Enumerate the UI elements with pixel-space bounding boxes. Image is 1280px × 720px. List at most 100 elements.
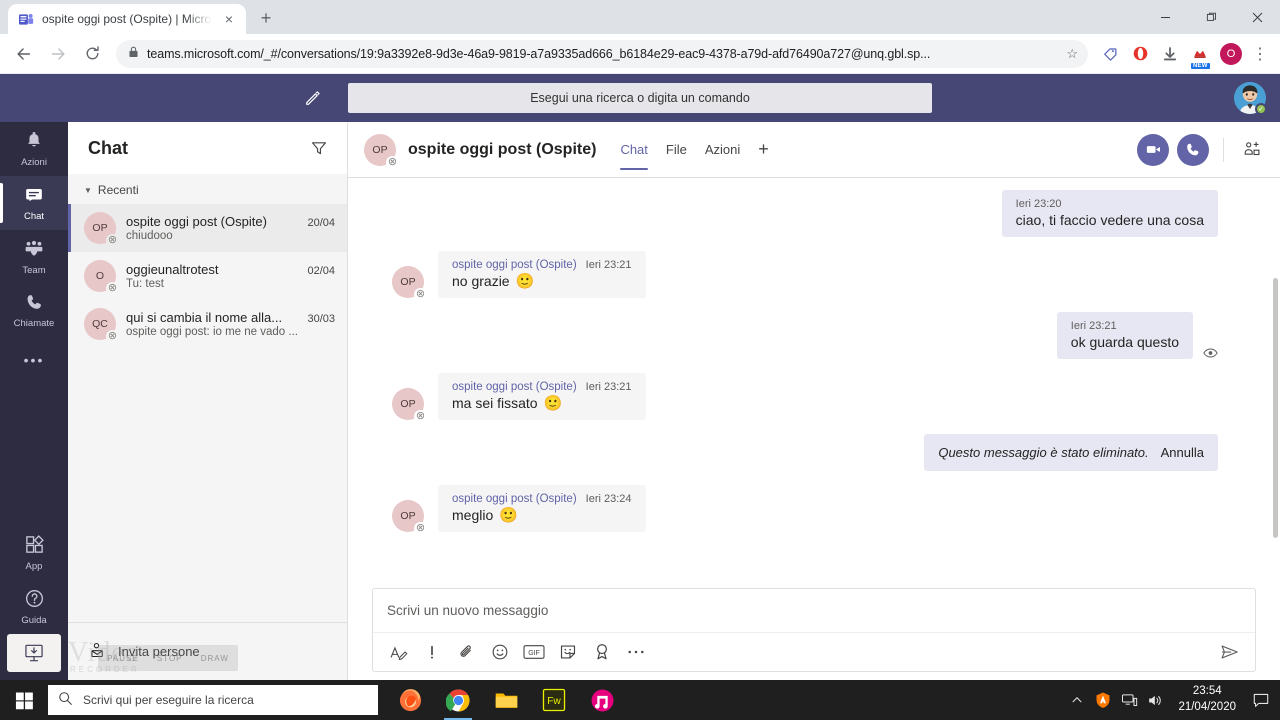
- download-app-icon[interactable]: [7, 634, 61, 672]
- recorder-pause-button[interactable]: PAUSE: [107, 654, 139, 663]
- avatar-initials: OP: [92, 222, 108, 234]
- tab-chat[interactable]: Chat: [612, 122, 655, 178]
- tab-file[interactable]: File: [658, 122, 695, 178]
- new-tab-button[interactable]: +: [252, 4, 280, 32]
- emoji-icon[interactable]: [485, 637, 515, 667]
- avatar: OP ⊗: [84, 212, 119, 247]
- video-call-icon[interactable]: [1137, 133, 1169, 166]
- attach-icon[interactable]: [451, 637, 481, 667]
- sidebar-item-app[interactable]: App: [0, 526, 68, 580]
- recorder-draw-button[interactable]: DRAW: [201, 654, 229, 663]
- taskbar-clock[interactable]: 23:54 21/04/2020: [1168, 684, 1246, 715]
- sidebar-label-chiamate: Chiamate: [13, 318, 55, 330]
- chat-list-item[interactable]: QC ⊗ qui si cambia il nome alla... 30/03…: [68, 300, 347, 348]
- extension-new-badge: NEW: [1191, 62, 1210, 69]
- praise-icon[interactable]: [587, 637, 617, 667]
- chevron-down-icon: ▼: [84, 185, 92, 195]
- action-center-icon[interactable]: [1246, 680, 1276, 720]
- page-title: Chat: [88, 137, 128, 158]
- chat-list-section-label: Recenti: [97, 183, 139, 197]
- chat-list-item[interactable]: OP ⊗ ospite oggi post (Ospite) 20/04 chi…: [68, 204, 347, 252]
- file-explorer-taskbar-icon[interactable]: [482, 680, 530, 720]
- sidebar-label-azioni: Azioni: [21, 156, 47, 168]
- download-icon[interactable]: [1156, 40, 1184, 68]
- message-input[interactable]: Scrivi un nuovo messaggio: [373, 589, 1255, 633]
- message-text: ciao, ti faccio vedere una cosa: [1015, 212, 1204, 228]
- message-bubble-incoming[interactable]: ospite oggi post (Ospite) Ieri 23:21 ma …: [438, 373, 646, 420]
- undo-delete-link[interactable]: Annulla: [1161, 445, 1204, 460]
- browser-profile-avatar[interactable]: O: [1220, 42, 1242, 65]
- close-window-button[interactable]: [1234, 0, 1280, 34]
- forward-button[interactable]: [42, 38, 74, 70]
- message-list[interactable]: Ieri 23:20 ciao, ti faccio vedere una co…: [348, 178, 1280, 588]
- address-bar[interactable]: teams.microsoft.com/_#/conversations/19:…: [116, 39, 1088, 68]
- avatar-circle: OP ⊗: [392, 388, 427, 423]
- audio-call-icon[interactable]: [1177, 133, 1209, 166]
- more-options-icon[interactable]: [621, 637, 651, 667]
- presence-offline-icon: ⊗: [414, 288, 427, 301]
- windows-start-icon[interactable]: [0, 680, 48, 720]
- chat-list-item-meta: oggieunaltrotest 02/04 Tu: test: [126, 262, 335, 290]
- reload-button[interactable]: [76, 38, 108, 70]
- message-bubble-outgoing[interactable]: Ieri 23:21 ok guarda questo: [1056, 312, 1193, 359]
- lastpass-extension-icon[interactable]: NEW: [1186, 40, 1214, 69]
- system-tray: 23:54 21/04/2020: [1064, 680, 1280, 720]
- avatar[interactable]: ✓: [1234, 82, 1267, 115]
- message-text: no grazie 🙂: [452, 273, 632, 289]
- fireworks-taskbar-icon[interactable]: Fw: [530, 680, 578, 720]
- message-bubble-incoming[interactable]: ospite oggi post (Ospite) Ieri 23:24 meg…: [438, 485, 646, 532]
- screen-recorder-overlay[interactable]: PAUSE STOP DRAW: [98, 645, 238, 671]
- close-tab-icon[interactable]: ×: [220, 10, 238, 28]
- sidebar-more-apps-button[interactable]: •••: [24, 338, 45, 382]
- browser-menu-button[interactable]: ⋮: [1248, 40, 1272, 68]
- deleted-message-text: Questo messaggio è stato eliminato.: [938, 445, 1149, 460]
- sidebar-item-chiamate[interactable]: Chiamate: [0, 284, 68, 338]
- chat-list-item[interactable]: O ⊗ oggieunaltrotest 02/04 Tu: test: [68, 252, 347, 300]
- avatar-initials: O: [95, 270, 105, 282]
- help-icon: [24, 588, 45, 614]
- message-row: OP ⊗ ospite oggi post (Ospite) Ieri 23:2…: [348, 373, 1280, 423]
- svg-text:Fw: Fw: [547, 696, 561, 707]
- maximize-window-button[interactable]: [1188, 0, 1234, 34]
- tab-azioni[interactable]: Azioni: [697, 122, 748, 178]
- volume-tray-icon[interactable]: [1142, 680, 1168, 720]
- back-button[interactable]: [8, 38, 40, 70]
- opera-extension-icon[interactable]: [1126, 40, 1154, 68]
- teams-search-box[interactable]: Esegui una ricerca o digita un comando: [348, 83, 932, 113]
- format-icon[interactable]: [383, 637, 413, 667]
- tag-extension-icon[interactable]: [1096, 40, 1124, 68]
- browser-tab[interactable]: ospite oggi post (Ospite) | Micro ×: [8, 4, 246, 34]
- bookmark-star-icon[interactable]: ☆: [1066, 46, 1078, 62]
- new-chat-icon[interactable]: [297, 82, 329, 114]
- sidebar-item-azioni[interactable]: Azioni: [0, 122, 68, 176]
- network-tray-icon[interactable]: [1116, 680, 1142, 720]
- sidebar-item-guida[interactable]: Guida: [0, 580, 68, 634]
- message-bubble-deleted[interactable]: Questo messaggio è stato eliminato. Annu…: [924, 434, 1218, 471]
- presence-offline-icon: ⊗: [106, 282, 119, 295]
- music-app-taskbar-icon[interactable]: [578, 680, 626, 720]
- message-bubble-incoming[interactable]: ospite oggi post (Ospite) Ieri 23:21 no …: [438, 251, 646, 298]
- gif-icon[interactable]: GIF: [519, 637, 549, 667]
- message-author: ospite oggi post (Ospite): [452, 259, 577, 271]
- chrome-taskbar-icon[interactable]: [434, 680, 482, 720]
- sidebar-item-team[interactable]: Team: [0, 230, 68, 284]
- important-icon[interactable]: [417, 637, 447, 667]
- filter-icon[interactable]: [307, 136, 331, 160]
- sticker-icon[interactable]: [553, 637, 583, 667]
- taskbar-search-box[interactable]: Scrivi qui per eseguire la ricerca: [48, 685, 378, 715]
- presence-offline-icon: ⊗: [414, 522, 427, 535]
- add-tab-button[interactable]: +: [750, 122, 777, 178]
- message-bubble-outgoing[interactable]: Ieri 23:20 ciao, ti faccio vedere una co…: [1001, 190, 1218, 237]
- show-hidden-icons-icon[interactable]: [1064, 680, 1090, 720]
- send-icon[interactable]: [1215, 637, 1245, 667]
- avast-tray-icon[interactable]: [1090, 680, 1116, 720]
- message-list-scrollbar[interactable]: [1273, 278, 1278, 538]
- add-people-icon[interactable]: [1238, 136, 1266, 164]
- firefox-taskbar-icon[interactable]: [386, 680, 434, 720]
- sidebar-item-chat[interactable]: Chat: [0, 176, 68, 230]
- avatar: QC ⊗: [84, 308, 119, 343]
- compose-toolbar: GIF: [373, 633, 1255, 671]
- minimize-window-button[interactable]: [1142, 0, 1188, 34]
- chat-list-section-header[interactable]: ▼ Recenti: [68, 174, 347, 204]
- recorder-stop-button[interactable]: STOP: [157, 654, 183, 663]
